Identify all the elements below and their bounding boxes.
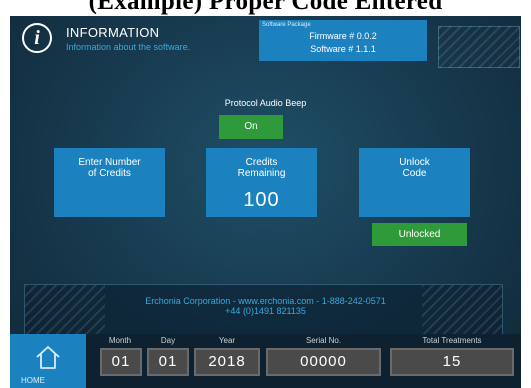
decorative-hatch [438,26,520,68]
total-treatments-label: Total Treatments [422,336,482,345]
home-label: HOME [21,376,45,385]
software-version: Software # 1.1.1 [310,44,376,54]
unlock-code-label: Unlock Code [399,157,430,179]
month-field: 01 [100,348,142,376]
unlock-status-badge: Unlocked [372,223,467,246]
enter-credits-button[interactable]: Enter Number of Credits [54,148,165,217]
year-label: Year [218,336,236,345]
company-contact-line: Erchonia Corporation - www.erchonia.com … [145,296,386,306]
year-field: 2018 [194,348,260,376]
device-screen: i INFORMATION Information about the soft… [10,16,521,388]
day-field: 01 [147,348,189,376]
software-package-label: Software Package [262,22,311,28]
serial-label: Serial No. [305,336,342,345]
credits-remaining-label: Credits Remaining [237,157,286,179]
enter-credits-label: Enter Number of Credits [78,157,141,179]
firmware-version: Firmware # 0.0.2 [309,31,377,41]
audio-beep-toggle[interactable]: On [219,115,283,139]
credits-remaining-panel: Credits Remaining 100 [206,148,317,217]
company-phone-line: +44 (0)1491 821135 [225,306,306,316]
serial-field: 00000 [266,348,381,376]
unlock-code-button[interactable]: Unlock Code [359,148,470,217]
page-title: INFORMATION [66,25,160,40]
protocol-audio-beep-label: Protocol Audio Beep [224,98,307,108]
software-package-panel: Software Package Firmware # 0.0.2 Softwa… [259,20,427,61]
home-icon [36,346,60,369]
credits-remaining-value: 100 [243,189,280,211]
caption: (Example) Proper Code Entered [88,0,443,15]
company-info: Erchonia Corporation - www.erchonia.com … [10,296,521,316]
total-treatments-field: 15 [390,348,514,376]
home-button[interactable]: HOME [10,334,86,388]
page-subtitle: Information about the software. [66,42,191,52]
month-label: Month [108,336,132,345]
info-icon: i [22,23,52,53]
day-label: Day [160,336,176,345]
